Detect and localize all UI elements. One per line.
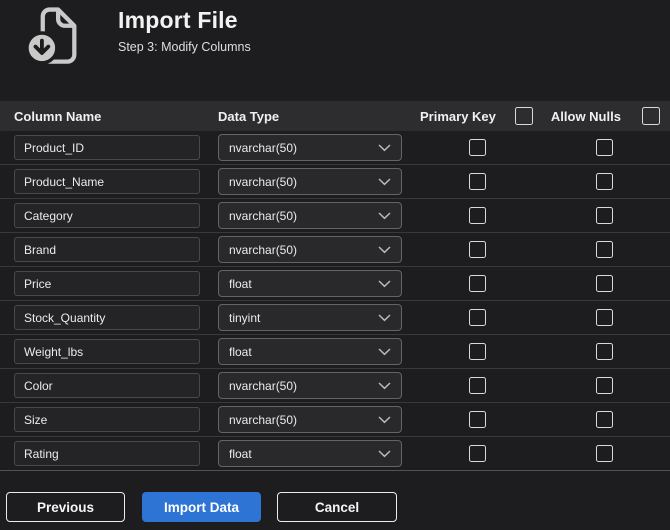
data-type-select[interactable]: nvarchar(50): [218, 168, 402, 195]
table-row: float: [0, 267, 670, 301]
column-header-primary-key: Primary Key: [420, 108, 496, 124]
column-name-input[interactable]: [14, 135, 200, 160]
chevron-down-icon: [378, 277, 391, 291]
table-body: nvarchar(50) nvarchar(50): [0, 131, 670, 471]
data-type-value: float: [229, 276, 252, 291]
chevron-down-icon: [378, 243, 391, 257]
select-all-primary-key-checkbox[interactable]: [514, 107, 533, 125]
table-row: nvarchar(50): [0, 165, 670, 199]
data-type-value: nvarchar(50): [229, 208, 298, 223]
data-type-select[interactable]: nvarchar(50): [218, 202, 402, 229]
allow-nulls-checkbox[interactable]: [596, 275, 613, 292]
column-header-name: Column Name: [14, 108, 102, 124]
allow-nulls-checkbox[interactable]: [596, 343, 613, 360]
primary-key-checkbox[interactable]: [469, 309, 486, 326]
data-type-value: nvarchar(50): [229, 242, 298, 257]
column-name-input[interactable]: [14, 305, 200, 330]
allow-nulls-checkbox[interactable]: [596, 309, 613, 326]
table-row: float: [0, 437, 670, 471]
allow-nulls-checkbox[interactable]: [596, 139, 613, 156]
column-name-input[interactable]: [14, 339, 200, 364]
chevron-down-icon: [378, 311, 391, 325]
data-type-select[interactable]: float: [218, 270, 402, 297]
dialog-footer: Previous Import Data Cancel: [0, 471, 670, 522]
chevron-down-icon: [378, 209, 391, 223]
primary-key-checkbox[interactable]: [469, 139, 486, 156]
allow-nulls-checkbox[interactable]: [596, 207, 613, 224]
table-row: nvarchar(50): [0, 403, 670, 437]
data-type-value: tinyint: [229, 310, 261, 325]
data-type-select[interactable]: nvarchar(50): [218, 236, 402, 263]
column-header-type: Data Type: [218, 108, 280, 124]
column-name-input[interactable]: [14, 271, 200, 296]
import-data-button[interactable]: Import Data: [142, 492, 261, 522]
primary-key-checkbox[interactable]: [469, 377, 486, 394]
data-type-value: float: [229, 446, 252, 461]
data-type-value: nvarchar(50): [229, 412, 298, 427]
chevron-down-icon: [378, 175, 391, 189]
allow-nulls-checkbox[interactable]: [596, 411, 613, 428]
column-header-allow-nulls: Allow Nulls: [550, 108, 621, 124]
table-row: nvarchar(50): [0, 369, 670, 403]
previous-button[interactable]: Previous: [6, 492, 125, 522]
primary-key-checkbox[interactable]: [469, 275, 486, 292]
primary-key-checkbox[interactable]: [469, 445, 486, 462]
table-row: nvarchar(50): [0, 131, 670, 165]
file-download-icon: [24, 4, 82, 73]
data-type-select[interactable]: float: [218, 440, 402, 467]
page-title: Import File: [118, 7, 238, 33]
chevron-down-icon: [378, 379, 391, 393]
primary-key-checkbox[interactable]: [469, 411, 486, 428]
import-file-dialog: Import File Step 3: Modify Columns Colum…: [0, 0, 670, 530]
data-type-select[interactable]: nvarchar(50): [218, 134, 402, 161]
data-type-select[interactable]: nvarchar(50): [218, 406, 402, 433]
column-name-input[interactable]: [14, 169, 200, 194]
page-subtitle: Step 3: Modify Columns: [118, 40, 251, 54]
primary-key-checkbox[interactable]: [469, 207, 486, 224]
dialog-header: Import File Step 3: Modify Columns: [0, 0, 670, 101]
data-type-select[interactable]: nvarchar(50): [218, 372, 402, 399]
data-type-select[interactable]: float: [218, 338, 402, 365]
select-all-allow-nulls-checkbox[interactable]: [641, 107, 660, 125]
chevron-down-icon: [378, 345, 391, 359]
column-name-input[interactable]: [14, 237, 200, 262]
allow-nulls-checkbox[interactable]: [596, 173, 613, 190]
table-row: tinyint: [0, 301, 670, 335]
primary-key-checkbox[interactable]: [469, 173, 486, 190]
table-row: float: [0, 335, 670, 369]
table-row: nvarchar(50): [0, 199, 670, 233]
column-name-input[interactable]: [14, 441, 200, 466]
primary-key-checkbox[interactable]: [469, 343, 486, 360]
table-row: nvarchar(50): [0, 233, 670, 267]
allow-nulls-checkbox[interactable]: [596, 445, 613, 462]
chevron-down-icon: [378, 413, 391, 427]
data-type-value: nvarchar(50): [229, 140, 298, 155]
column-name-input[interactable]: [14, 203, 200, 228]
chevron-down-icon: [378, 141, 391, 155]
cancel-button[interactable]: Cancel: [277, 492, 397, 522]
data-type-value: nvarchar(50): [229, 378, 298, 393]
allow-nulls-checkbox[interactable]: [596, 241, 613, 258]
column-name-input[interactable]: [14, 407, 200, 432]
primary-key-checkbox[interactable]: [469, 241, 486, 258]
data-type-select[interactable]: tinyint: [218, 304, 402, 331]
table-header: Column Name Data Type Primary Key Allow …: [0, 101, 670, 131]
allow-nulls-checkbox[interactable]: [596, 377, 613, 394]
title-block: Import File Step 3: Modify Columns: [118, 7, 251, 54]
column-name-input[interactable]: [14, 373, 200, 398]
data-type-value: float: [229, 344, 252, 359]
chevron-down-icon: [378, 447, 391, 461]
data-type-value: nvarchar(50): [229, 174, 298, 189]
